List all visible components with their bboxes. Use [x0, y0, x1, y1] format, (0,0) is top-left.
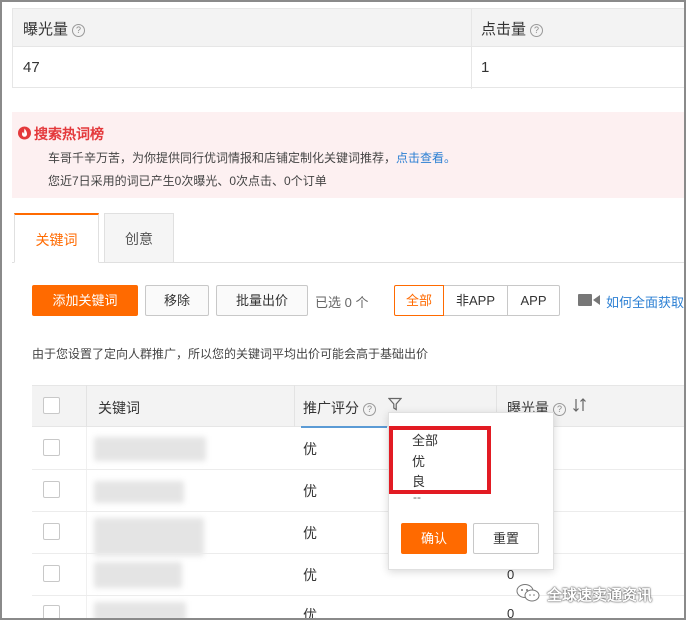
video-icon: [578, 294, 600, 306]
redacted-keyword: [94, 437, 206, 461]
row-checkbox[interactable]: [43, 439, 60, 456]
row-score: 优: [303, 525, 317, 541]
sort-icon[interactable]: [572, 397, 588, 413]
header-keyword: 关键词: [98, 400, 140, 416]
howto-link[interactable]: 如何全面获取: [606, 292, 684, 311]
stats-header-row: [13, 9, 684, 47]
remove-button[interactable]: 移除: [145, 285, 209, 316]
view-details-link[interactable]: 点击查看。: [396, 151, 456, 165]
segment-app[interactable]: APP: [508, 285, 560, 316]
stats-col1-value: 47: [23, 59, 40, 76]
row-score: 优: [303, 607, 317, 620]
banner-stats-line: 您近7日采用的词已产生0次曝光、0次点击、0个订单: [48, 174, 327, 188]
reset-button[interactable]: 重置: [473, 523, 539, 554]
redacted-keyword: [94, 602, 186, 618]
stats-col2-value: 1: [481, 59, 490, 76]
tab-creatives[interactable]: 创意: [104, 213, 174, 263]
bid-notice: 由于您设置了定向人群推广，所以您的关键词平均出价可能会高于基础出价: [32, 347, 429, 361]
row-checkbox[interactable]: [43, 565, 60, 582]
stats-table: 曝光量? 点击量? 47 1: [12, 8, 684, 89]
help-icon[interactable]: ?: [72, 24, 86, 37]
help-icon[interactable]: ?: [553, 403, 566, 416]
banner-title: 搜索热词榜: [34, 126, 104, 142]
select-all-checkbox[interactable]: [43, 397, 60, 414]
segment-non-app[interactable]: 非APP: [444, 285, 508, 316]
selected-count: 已选 0 个: [315, 295, 369, 310]
row-score: 优: [303, 441, 317, 457]
watermark-text: 全球速卖通资讯: [547, 587, 653, 604]
highlight-box: [389, 426, 491, 494]
tab-keywords[interactable]: 关键词: [14, 213, 99, 263]
screenshot-frame: 曝光量? 点击量? 47 1 搜索热词榜 车哥千辛万苦，为你提供同行优词情报和店…: [0, 0, 686, 620]
wechat-icon: [516, 584, 540, 602]
row-checkbox[interactable]: [43, 481, 60, 498]
stats-col1-header: 曝光量?: [23, 18, 86, 39]
flame-icon: [18, 126, 31, 140]
redacted-keyword: [94, 562, 182, 588]
filter-icon[interactable]: [388, 397, 402, 411]
redacted-keyword: [94, 518, 204, 556]
stats-col2-header: 点击量?: [481, 18, 544, 39]
row-score: 优: [303, 483, 317, 499]
batch-bid-button[interactable]: 批量出价: [216, 285, 308, 316]
add-keyword-button[interactable]: 添加关键词: [32, 285, 138, 316]
banner-description: 车哥千辛万苦，为你提供同行优词情报和店铺定制化关键词推荐，点击查看。: [48, 151, 457, 165]
segment-all[interactable]: 全部: [394, 285, 444, 316]
row-exposure: 0: [507, 606, 515, 620]
row-score: 优: [303, 567, 317, 583]
row-checkbox[interactable]: [43, 523, 60, 540]
header-score: 推广评分?: [303, 398, 376, 418]
confirm-button[interactable]: 确认: [401, 523, 467, 554]
help-icon[interactable]: ?: [530, 24, 544, 37]
redacted-keyword: [94, 481, 184, 503]
row-checkbox[interactable]: [43, 605, 60, 618]
help-icon[interactable]: ?: [363, 403, 376, 416]
